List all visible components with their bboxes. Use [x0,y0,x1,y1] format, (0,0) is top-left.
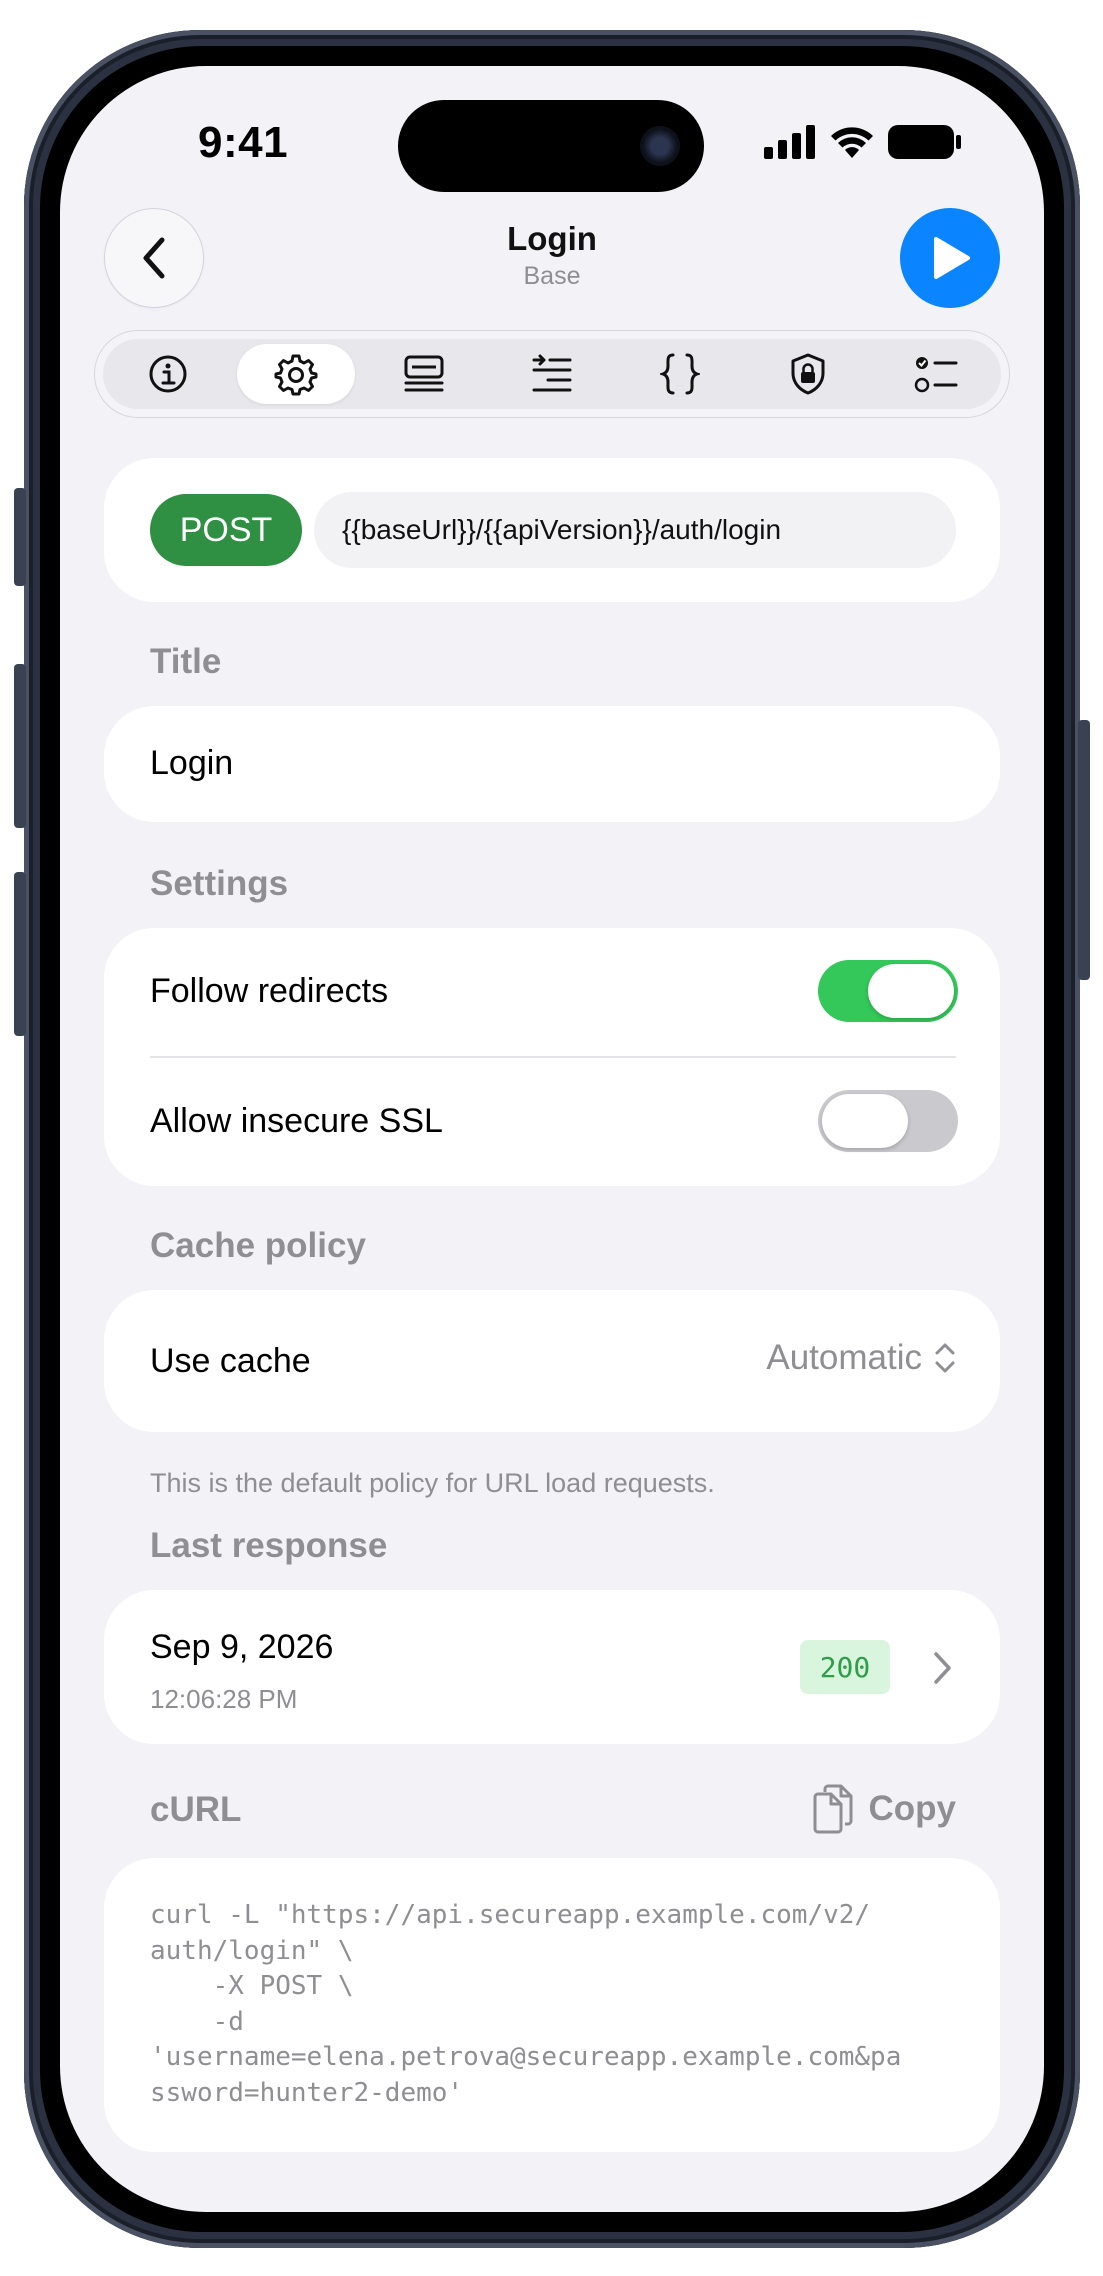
curl-section-label: cURL [150,1790,242,1829]
page-title: Login [507,220,597,257]
tab-settings[interactable] [237,344,355,404]
toggle-knob [822,1094,908,1148]
title-card: Login [104,706,1000,822]
info-icon [149,355,187,393]
gear-icon [274,354,318,396]
volume-down-button [14,872,26,1036]
chevron-up-down-icon [935,1343,955,1373]
dynamic-island [398,100,704,192]
copy-curl-button[interactable]: Copy [811,1784,957,1834]
follow-redirects-toggle[interactable] [818,960,958,1022]
curl-command: curl -L "https://api.secureapp.example.c… [150,1900,902,2108]
braces-icon [660,353,700,395]
lock-shield-icon [791,353,825,395]
use-cache-label: Use cache [150,1342,311,1380]
page-subtitle: Base [523,262,581,290]
volume-up-button [14,664,26,828]
app-screen: 9:41 Login Base POST {{baseUrl}}/{{apiVe… [60,66,1044,2212]
last-response-section-label: Last response [150,1526,388,1565]
url-field[interactable]: {{baseUrl}}/{{apiVersion}}/auth/login [314,492,956,568]
cellular-signal-icon [764,125,815,159]
cache-policy-section-label: Cache policy [150,1226,366,1265]
status-time: 9:41 [198,118,289,167]
tab-params[interactable] [493,344,611,404]
battery-icon [888,125,961,159]
action-button [14,488,26,586]
method-selector[interactable]: POST [150,494,302,566]
settings-section-label: Settings [150,864,289,903]
tab-auth[interactable] [749,344,867,404]
last-response-card[interactable]: Sep 9, 2026 12:06:28 PM 200 [104,1590,1000,1744]
curl-card: curl -L "https://api.secureapp.example.c… [104,1858,1000,2152]
response-time: 12:06:28 PM [150,1684,298,1714]
copy-document-icon [813,1784,852,1834]
chevron-right-icon [934,1652,951,1684]
nav-title: Login Base [60,220,1044,291]
play-icon [934,237,970,279]
params-icon [532,354,572,392]
status-icons [764,124,962,160]
cache-policy-value: Automatic [766,1338,922,1377]
power-button [1078,720,1090,980]
run-request-button[interactable] [900,208,1000,308]
cache-policy-picker[interactable]: Automatic [766,1338,956,1378]
toggle-knob [868,964,954,1018]
tab-tests[interactable] [877,344,995,404]
settings-card: Follow redirects Allow insecure SSL [104,928,1000,1186]
allow-insecure-ssl-toggle[interactable] [818,1090,958,1152]
title-section-label: Title [150,642,222,681]
title-field[interactable]: Login [150,744,233,783]
copy-label: Copy [868,1789,957,1828]
status-badge: 200 [800,1640,890,1694]
cache-policy-footnote: This is the default policy for URL load … [150,1468,715,1498]
section-tab-bar [94,330,1010,418]
settings-divider [150,1056,956,1058]
wifi-icon [831,127,873,158]
follow-redirects-label: Follow redirects [150,972,389,1010]
tab-track [103,339,1001,409]
allow-insecure-ssl-label: Allow insecure SSL [150,1102,443,1140]
tab-body[interactable] [621,344,739,404]
request-url-card: POST {{baseUrl}}/{{apiVersion}}/auth/log… [104,458,1000,602]
checklist-icon [914,357,958,393]
tab-headers[interactable] [365,344,483,404]
headers-list-icon [404,355,444,392]
response-date: Sep 9, 2026 [150,1628,334,1666]
cache-policy-card: Use cache Automatic [104,1290,1000,1432]
tab-info[interactable] [109,344,227,404]
camera-icon [640,126,680,166]
